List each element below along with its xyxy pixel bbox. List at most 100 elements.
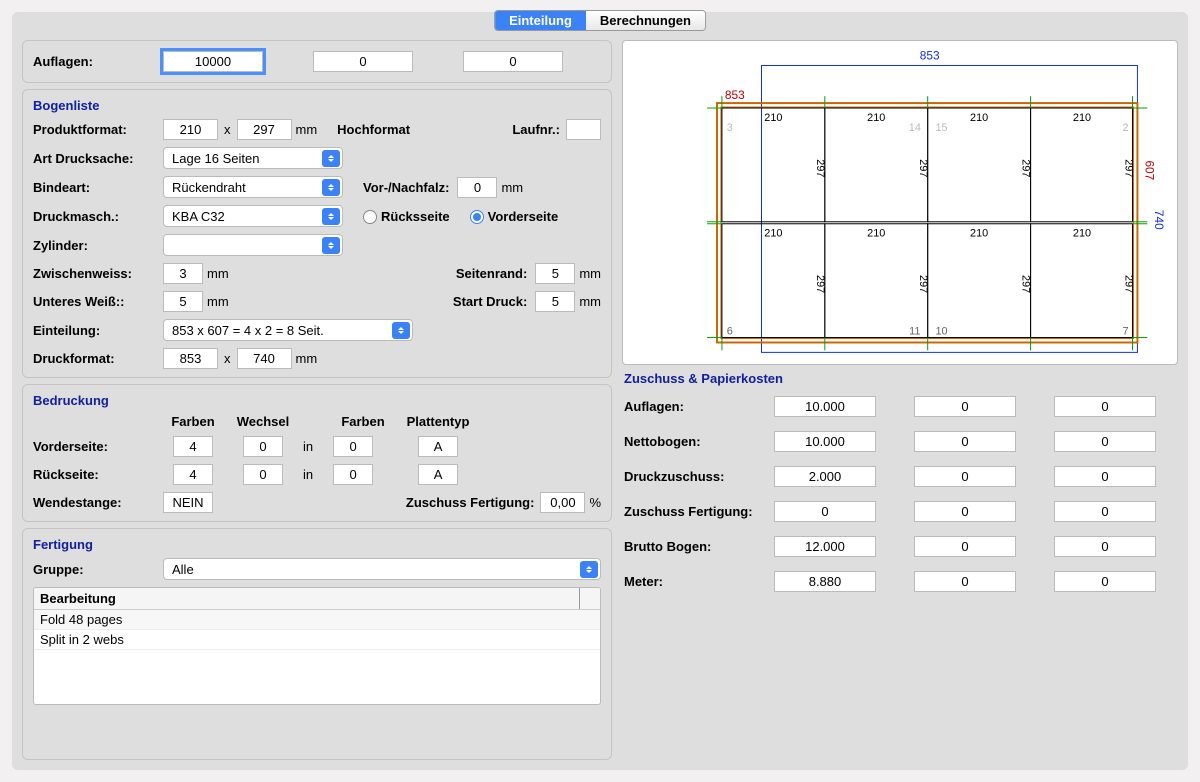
bind-label: Bindeart:	[33, 180, 163, 195]
svg-text:297: 297	[1123, 159, 1135, 177]
zf-input[interactable]	[540, 492, 585, 513]
vs-platten-input[interactable]	[418, 436, 458, 457]
zp-value-input[interactable]	[1054, 466, 1156, 487]
svg-text:297: 297	[917, 275, 929, 293]
laufnr-input[interactable]	[566, 119, 601, 140]
bind-select[interactable]: Rückendraht	[163, 176, 343, 198]
df-h-input[interactable]	[237, 348, 292, 369]
vs-label: Vorderseite:	[33, 439, 163, 454]
svg-text:210: 210	[764, 112, 782, 124]
zp-value-input[interactable]	[774, 466, 876, 487]
zuschuss-panel: Zuschuss & Papierkosten Auflagen:Nettobo…	[622, 371, 1178, 760]
auflagen-1-input[interactable]	[163, 51, 263, 72]
zp-value-input[interactable]	[1054, 431, 1156, 452]
zp-value-input[interactable]	[914, 466, 1016, 487]
df-w-input[interactable]	[163, 348, 218, 369]
rs-platten-input[interactable]	[418, 464, 458, 485]
tab-einteilung[interactable]: Einteilung	[495, 11, 586, 30]
zp-value-input[interactable]	[774, 396, 876, 417]
list-item[interactable]: Fold 48 pages	[34, 610, 600, 630]
zp-value-input[interactable]	[914, 571, 1016, 592]
produktformat-h-input[interactable]	[237, 119, 292, 140]
sd-unit: mm	[579, 294, 601, 309]
zp-value-input[interactable]	[774, 501, 876, 522]
list-item[interactable]: Split in 2 webs	[34, 630, 600, 650]
vorderseite-radio[interactable]	[470, 210, 484, 224]
svg-text:210: 210	[970, 228, 988, 240]
svg-text:15: 15	[935, 122, 947, 134]
svg-text:210: 210	[867, 228, 885, 240]
sd-input[interactable]	[535, 291, 575, 312]
rs-farben-input[interactable]	[173, 464, 213, 485]
vorderseite-label: Vorderseite	[488, 209, 559, 224]
produktformat-w-input[interactable]	[163, 119, 218, 140]
bogenliste-title: Bogenliste	[33, 98, 601, 113]
zp-value-input[interactable]	[914, 431, 1016, 452]
fertigung-panel: Fertigung Gruppe: Alle Bearbeitung Fold …	[22, 528, 612, 760]
df-label: Druckformat:	[33, 351, 163, 366]
fertigung-col-header: Bearbeitung	[34, 588, 600, 610]
zw-label: Zwischenweiss:	[33, 266, 163, 281]
rs-in: in	[303, 467, 313, 482]
svg-text:7: 7	[1123, 326, 1129, 338]
vs-farben-input[interactable]	[173, 436, 213, 457]
art-select[interactable]: Lage 16 Seiten	[163, 147, 343, 169]
masch-select[interactable]: KBA C32	[163, 205, 343, 227]
imposition-preview: 853 740 853 607	[622, 40, 1178, 365]
seit-input[interactable]	[535, 263, 575, 284]
zp-value-input[interactable]	[914, 501, 1016, 522]
fertigung-list[interactable]: Bearbeitung Fold 48 pagesSplit in 2 webs	[33, 587, 601, 705]
masch-label: Druckmasch.:	[33, 209, 163, 224]
sd-label: Start Druck:	[453, 294, 527, 309]
uw-input[interactable]	[163, 291, 203, 312]
chevron-updown-icon	[322, 237, 340, 254]
svg-text:210: 210	[764, 228, 782, 240]
vornachfalz-unit: mm	[501, 180, 523, 195]
zp-row-label: Meter:	[624, 574, 774, 589]
svg-text:6: 6	[727, 326, 733, 338]
eint-label: Einteilung:	[33, 323, 163, 338]
zp-value-input[interactable]	[1054, 396, 1156, 417]
zp-value-input[interactable]	[774, 431, 876, 452]
zp-value-input[interactable]	[914, 536, 1016, 557]
zp-row-label: Druckzuschuss:	[624, 469, 774, 484]
vs-wechsel-input[interactable]	[243, 436, 283, 457]
zp-value-input[interactable]	[914, 396, 1016, 417]
gruppe-select[interactable]: Alle	[163, 558, 601, 580]
eint-select[interactable]: 853 x 607 = 4 x 2 = 8 Seit.	[163, 319, 413, 341]
zp-row-label: Brutto Bogen:	[624, 539, 774, 554]
zw-input[interactable]	[163, 263, 203, 284]
auflagen-3-input[interactable]	[463, 51, 563, 72]
chevron-updown-icon	[580, 561, 598, 578]
rueckseite-radio[interactable]	[363, 210, 377, 224]
gruppe-label: Gruppe:	[33, 562, 163, 577]
produktformat-unit: mm	[296, 122, 318, 137]
bedruckung-title: Bedruckung	[33, 393, 601, 408]
chevron-updown-icon	[322, 150, 340, 167]
hdr-wechsel: Wechsel	[223, 414, 303, 429]
zp-value-input[interactable]	[1054, 536, 1156, 557]
zp-row-label: Nettobogen:	[624, 434, 774, 449]
zyl-select[interactable]	[163, 234, 343, 256]
zp-value-input[interactable]	[774, 536, 876, 557]
zp-value-input[interactable]	[1054, 571, 1156, 592]
zp-value-input[interactable]	[1054, 501, 1156, 522]
zf-label: Zuschuss Fertigung:	[406, 495, 535, 510]
vs-farben2-input[interactable]	[333, 436, 373, 457]
zuschuss-title: Zuschuss & Papierkosten	[624, 371, 1178, 386]
uw-label: Unteres Weiß::	[33, 294, 163, 309]
auflagen-2-input[interactable]	[313, 51, 413, 72]
hdr-platten: Plattentyp	[393, 414, 483, 429]
rs-wechsel-input[interactable]	[243, 464, 283, 485]
svg-text:2: 2	[1123, 122, 1129, 134]
svg-text:297: 297	[1020, 275, 1032, 293]
tab-berechnungen[interactable]: Berechnungen	[586, 11, 705, 30]
zp-value-input[interactable]	[774, 571, 876, 592]
wende-input[interactable]	[163, 492, 213, 513]
svg-text:853: 853	[920, 49, 940, 63]
vs-in: in	[303, 439, 313, 454]
fertigung-title: Fertigung	[33, 537, 601, 552]
rs-farben2-input[interactable]	[333, 464, 373, 485]
vornachfalz-input[interactable]	[457, 177, 497, 198]
bogenliste-panel: Bogenliste Produktformat: x mm Hochforma…	[22, 89, 612, 378]
